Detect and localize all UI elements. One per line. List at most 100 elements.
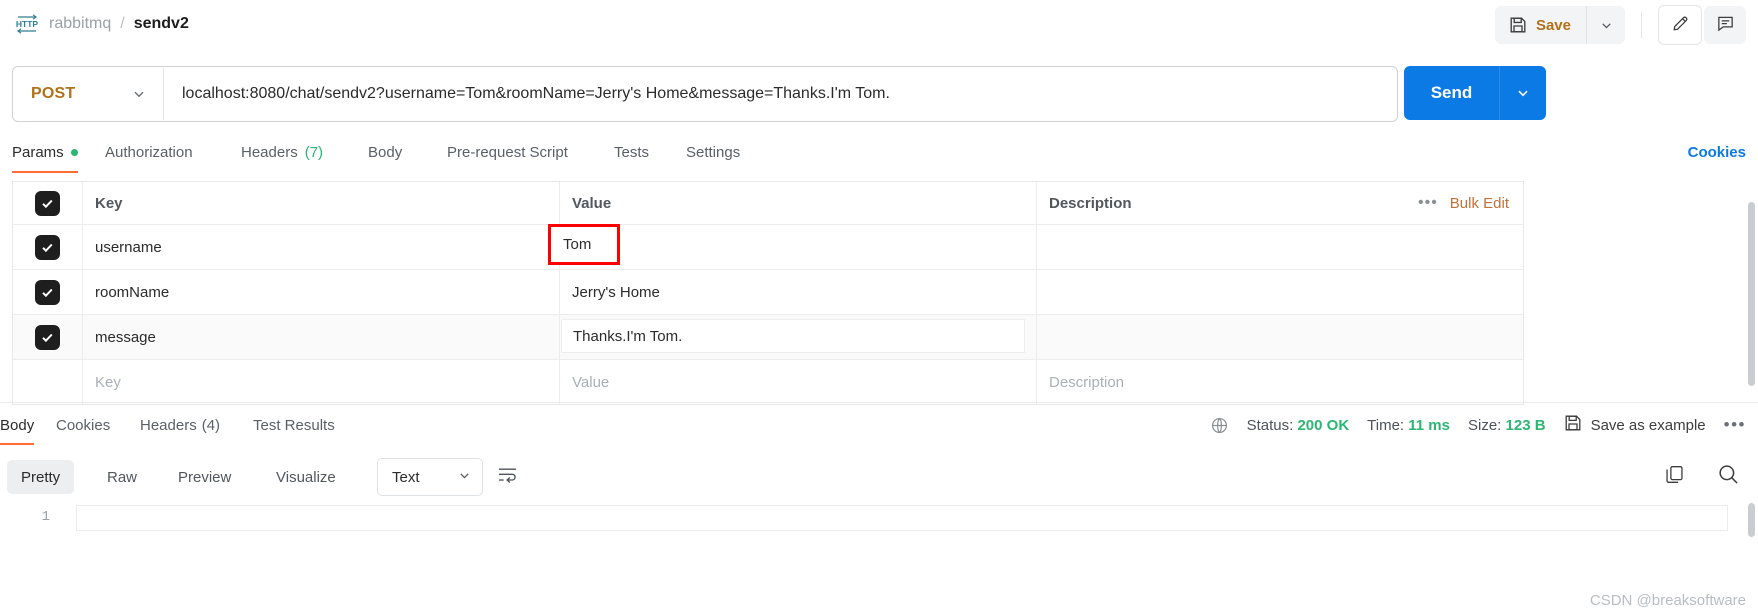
response-more-options-icon[interactable]: ••• xyxy=(1724,415,1746,435)
row-value-input[interactable]: Thanks.I'm Tom. xyxy=(561,319,1025,353)
table-row[interactable]: username Tom xyxy=(13,225,1523,270)
response-tab-headers-count: (4) xyxy=(197,417,220,434)
size-label: Size: xyxy=(1468,417,1501,434)
response-status: Status: 200 OK xyxy=(1247,417,1350,434)
tab-params[interactable]: Params xyxy=(12,132,78,173)
save-button-group: Save xyxy=(1495,6,1625,44)
row-checkbox-cell xyxy=(13,315,83,359)
view-tab-preview[interactable]: Preview xyxy=(164,460,245,494)
view-tab-preview-label: Preview xyxy=(178,469,231,486)
tab-pre-request-script-label: Pre-request Script xyxy=(447,144,568,161)
editor-scrollbar[interactable] xyxy=(1748,503,1755,537)
response-tab-body[interactable]: Body xyxy=(0,405,34,445)
edit-request-button[interactable] xyxy=(1658,5,1702,45)
row-value-cell[interactable]: Tom xyxy=(560,225,1037,269)
globe-icon[interactable] xyxy=(1210,416,1229,435)
breadcrumb-parent[interactable]: rabbitmq xyxy=(49,15,111,33)
params-table: Key Value Description ••• Bulk Edit xyxy=(12,181,1524,405)
http-method-selector[interactable]: POST xyxy=(13,68,163,120)
tab-body[interactable]: Body xyxy=(368,132,402,173)
row-value-text: Jerry's Home xyxy=(572,284,660,301)
search-button[interactable] xyxy=(1712,460,1744,492)
row-checkbox[interactable] xyxy=(35,325,60,350)
word-wrap-toggle[interactable] xyxy=(497,465,518,488)
new-row-value-placeholder: Value xyxy=(572,374,609,391)
row-value-text: Tom xyxy=(563,236,591,253)
row-key-cell[interactable]: message xyxy=(83,315,560,359)
chevron-down-icon xyxy=(131,86,147,102)
tab-params-label: Params xyxy=(12,144,64,161)
row-value-cell[interactable]: Thanks.I'm Tom. xyxy=(560,315,1037,359)
save-as-example-label: Save as example xyxy=(1591,417,1706,434)
column-header-description: Description ••• Bulk Edit xyxy=(1037,182,1523,224)
more-options-icon[interactable]: ••• xyxy=(1418,194,1438,212)
row-key-cell[interactable]: username xyxy=(83,225,560,269)
body-format-selector[interactable]: Text xyxy=(377,458,483,496)
new-row-key-placeholder: Key xyxy=(95,374,121,391)
row-description-cell[interactable] xyxy=(1037,270,1523,314)
watermark: CSDN @breaksoftware xyxy=(1590,592,1746,609)
new-row-description-placeholder: Description xyxy=(1049,374,1124,391)
response-top-divider xyxy=(0,402,1758,403)
new-row-key-cell[interactable]: Key xyxy=(83,360,560,404)
response-tab-test-results[interactable]: Test Results xyxy=(253,405,335,445)
tab-pre-request-script[interactable]: Pre-request Script xyxy=(447,132,568,173)
response-tabs: Body Cookies Headers (4) Test Results St… xyxy=(0,405,1758,445)
tab-tests[interactable]: Tests xyxy=(614,132,649,173)
copy-button[interactable] xyxy=(1658,460,1690,492)
line-number: 1 xyxy=(42,509,50,525)
response-body-editor[interactable]: 1 xyxy=(0,500,1758,570)
row-description-cell[interactable] xyxy=(1037,225,1523,269)
view-tab-pretty[interactable]: Pretty xyxy=(7,460,74,494)
save-as-example-button[interactable]: Save as example xyxy=(1564,414,1706,436)
new-param-row[interactable]: Key Value Description xyxy=(13,360,1523,404)
table-row[interactable]: message Thanks.I'm Tom. xyxy=(13,315,1523,360)
bulk-edit-button[interactable]: Bulk Edit xyxy=(1450,195,1509,212)
svg-text:HTTP: HTTP xyxy=(16,19,39,29)
view-tab-raw[interactable]: Raw xyxy=(93,460,151,494)
cookies-link[interactable]: Cookies xyxy=(1688,132,1746,173)
tab-headers-count: (7) xyxy=(305,144,323,161)
new-row-checkbox-cell xyxy=(13,360,83,404)
body-format-label: Text xyxy=(392,469,420,486)
response-tab-headers[interactable]: Headers (4) xyxy=(140,405,220,445)
time-value: 11 ms xyxy=(1408,417,1450,434)
tab-headers[interactable]: Headers (7) xyxy=(241,132,323,173)
row-value-cell[interactable]: Jerry's Home xyxy=(560,270,1037,314)
copy-icon xyxy=(1664,464,1685,489)
editor-line[interactable] xyxy=(76,505,1728,531)
send-button[interactable]: Send xyxy=(1404,66,1499,120)
send-options-dropdown[interactable] xyxy=(1499,66,1546,120)
column-header-value-label: Value xyxy=(572,195,611,212)
tab-settings-label: Settings xyxy=(686,144,740,161)
select-all-checkbox[interactable] xyxy=(35,191,60,216)
comments-button[interactable] xyxy=(1704,6,1746,44)
pencil-icon xyxy=(1671,14,1690,37)
save-button[interactable]: Save xyxy=(1495,6,1586,44)
save-options-dropdown[interactable] xyxy=(1586,6,1625,44)
status-label: Status: xyxy=(1247,417,1294,434)
new-row-description-cell[interactable]: Description xyxy=(1037,360,1523,404)
table-row[interactable]: roomName Jerry's Home xyxy=(13,270,1523,315)
response-tab-cookies[interactable]: Cookies xyxy=(56,405,110,445)
tab-tests-label: Tests xyxy=(614,144,649,161)
tab-settings[interactable]: Settings xyxy=(686,132,740,173)
column-header-key: Key xyxy=(83,182,560,224)
params-scrollbar[interactable] xyxy=(1748,202,1755,386)
view-tab-visualize[interactable]: Visualize xyxy=(262,460,350,494)
row-description-cell[interactable] xyxy=(1037,315,1523,359)
breadcrumb: HTTP rabbitmq / sendv2 xyxy=(0,13,189,35)
response-meta: Status: 200 OK Time: 11 ms Size: 123 B xyxy=(1210,405,1746,445)
row-key-text: message xyxy=(95,329,156,346)
breadcrumb-current[interactable]: sendv2 xyxy=(134,15,189,33)
editor-gutter: 1 xyxy=(0,500,62,570)
postman-request-window: HTTP rabbitmq / sendv2 xyxy=(0,0,1758,615)
url-input[interactable]: localhost:8080/chat/sendv2?username=Tom&… xyxy=(164,68,1397,120)
row-key-cell[interactable]: roomName xyxy=(83,270,560,314)
tab-authorization[interactable]: Authorization xyxy=(105,132,193,173)
row-checkbox[interactable] xyxy=(35,280,60,305)
new-row-value-cell[interactable]: Value xyxy=(560,360,1037,404)
column-header-value: Value xyxy=(560,182,1037,224)
size-value: 123 B xyxy=(1506,417,1546,434)
row-checkbox[interactable] xyxy=(35,235,60,260)
